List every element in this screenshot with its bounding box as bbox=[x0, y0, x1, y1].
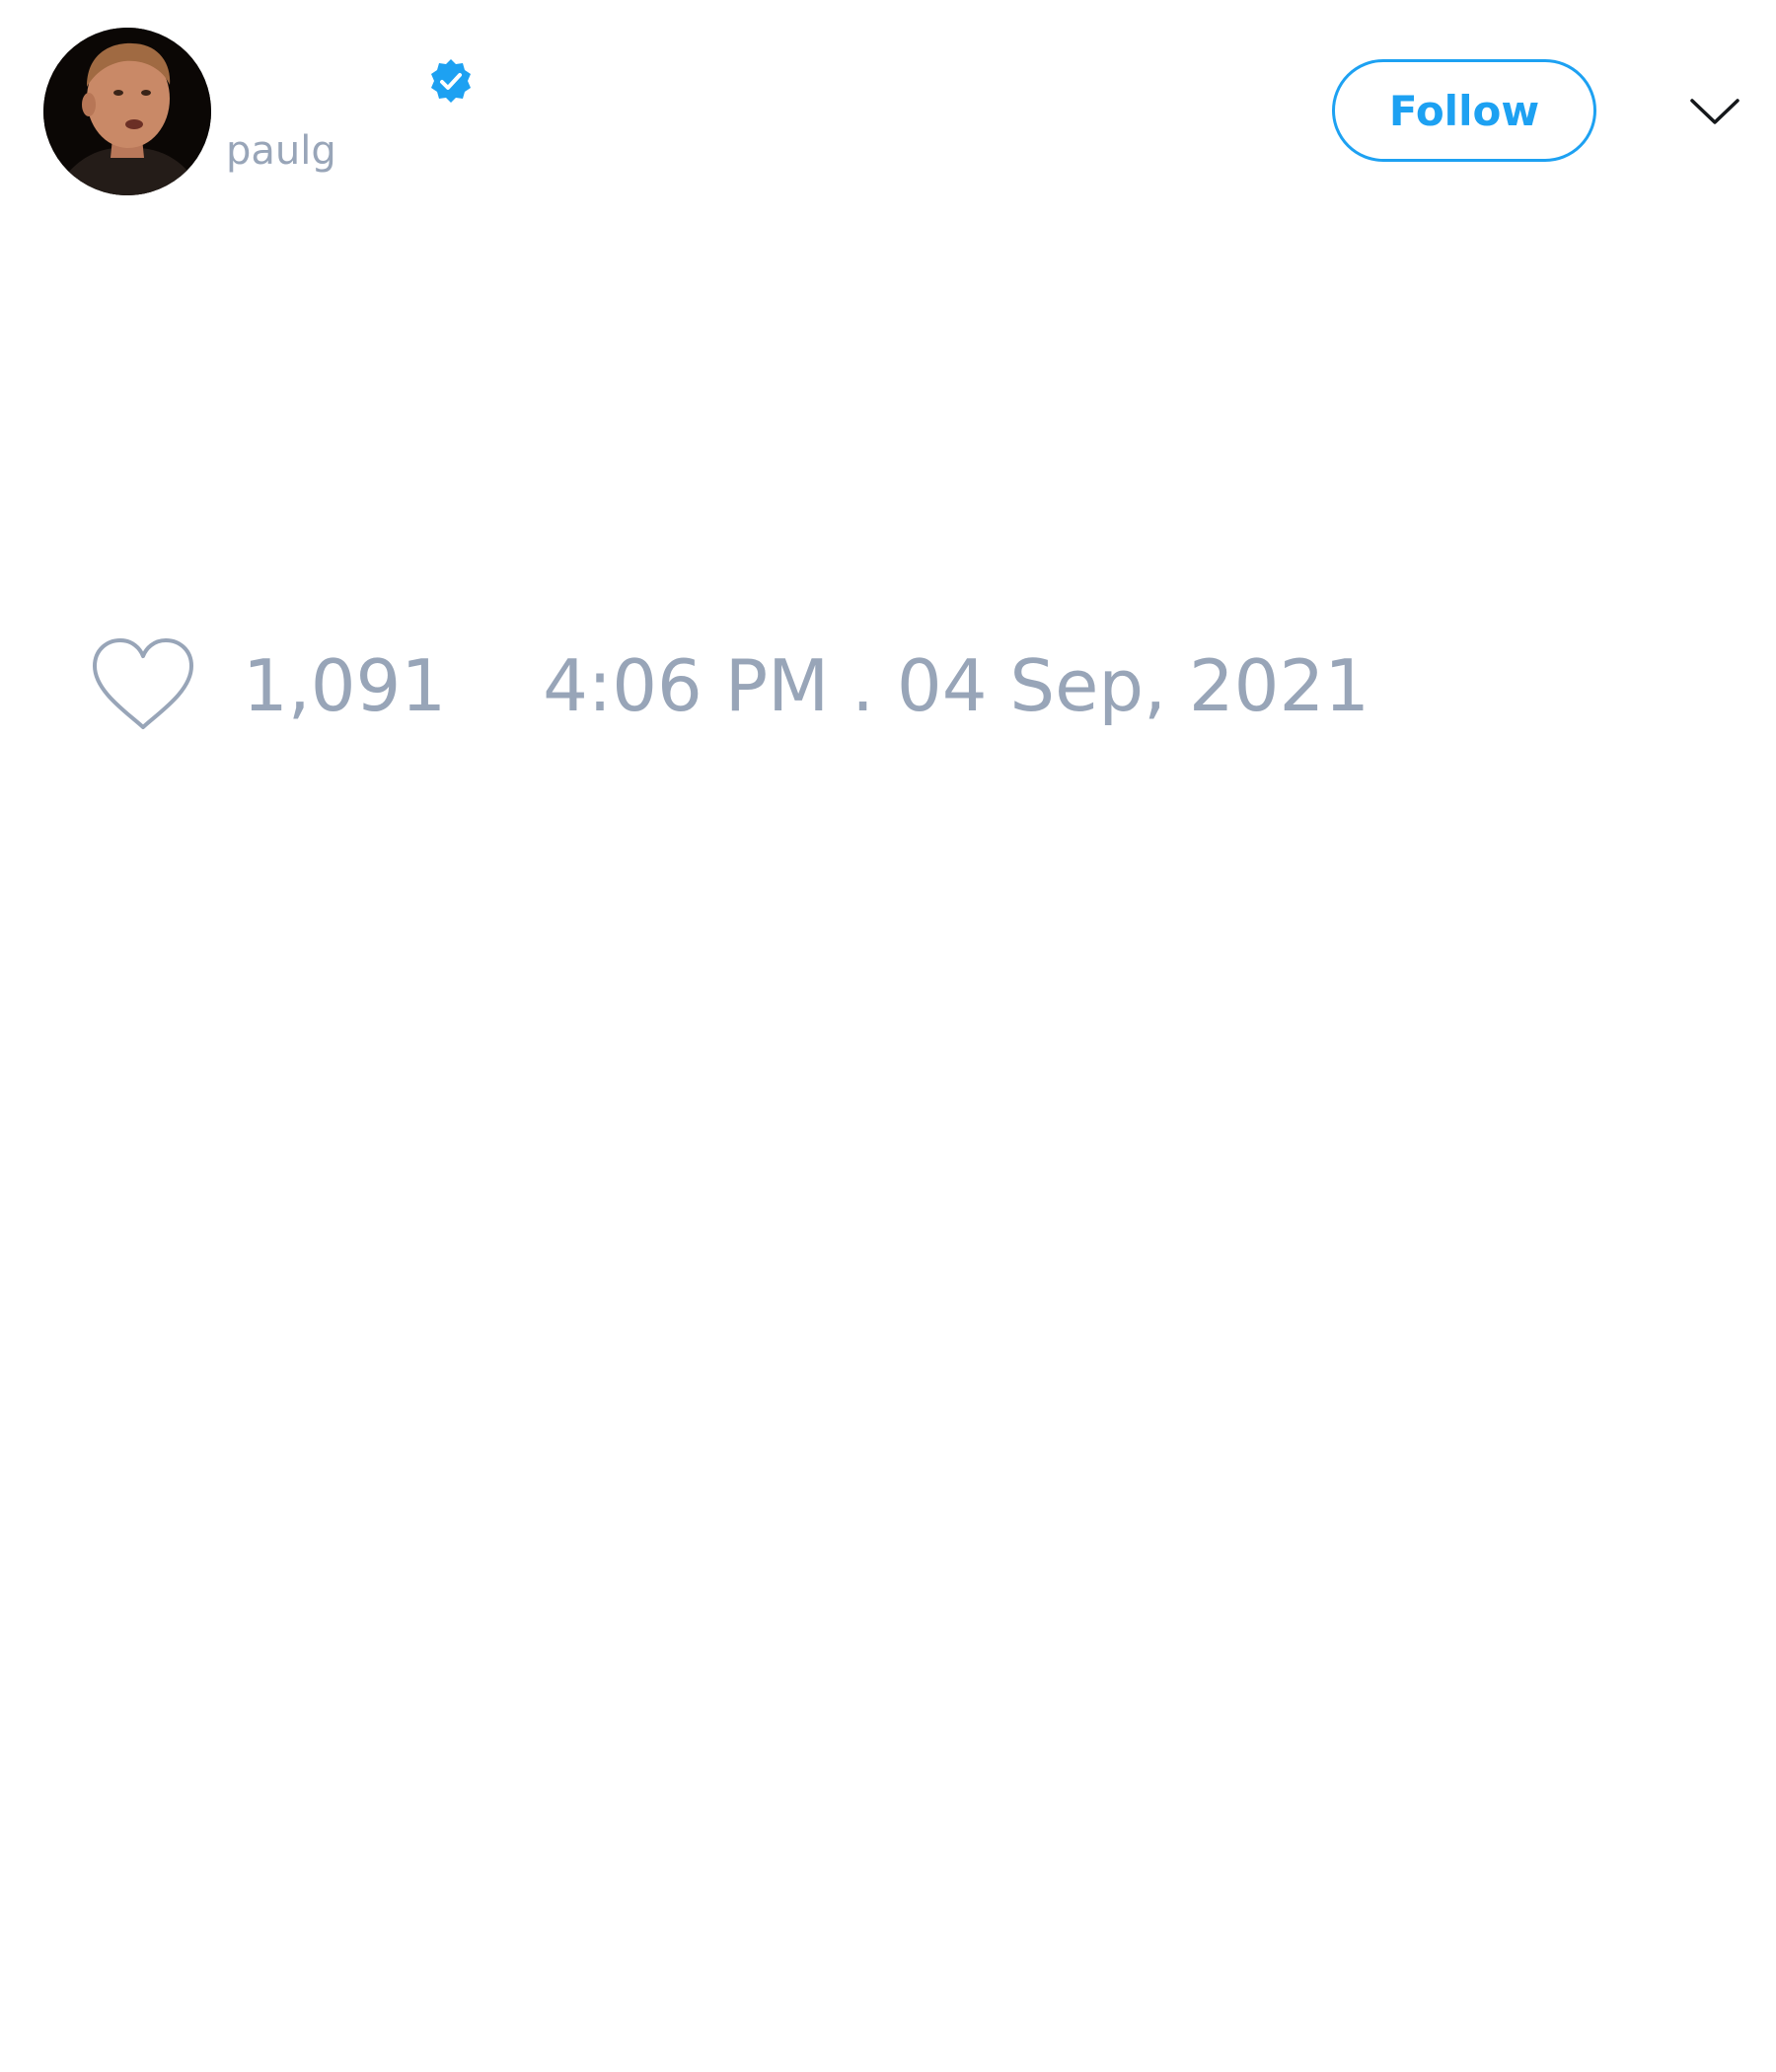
tweet-card: paulg Follow 1,091 4:06 PM . 04 Sep, 202… bbox=[0, 0, 1776, 2072]
heart-icon[interactable] bbox=[89, 636, 197, 735]
follow-button[interactable]: Follow bbox=[1332, 59, 1596, 162]
avatar-photo-icon bbox=[43, 28, 211, 195]
tweet-text bbox=[43, 227, 1721, 602]
tweet-timestamp[interactable]: 4:06 PM . 04 Sep, 2021 bbox=[543, 631, 1369, 740]
avatar[interactable] bbox=[43, 28, 211, 195]
tweet-footer: 1,091 4:06 PM . 04 Sep, 2021 bbox=[89, 631, 1369, 740]
like-count: 1,091 bbox=[243, 644, 447, 727]
verified-badge-icon bbox=[426, 57, 476, 107]
username[interactable]: paulg bbox=[226, 126, 336, 176]
chevron-down-icon[interactable] bbox=[1687, 85, 1742, 136]
